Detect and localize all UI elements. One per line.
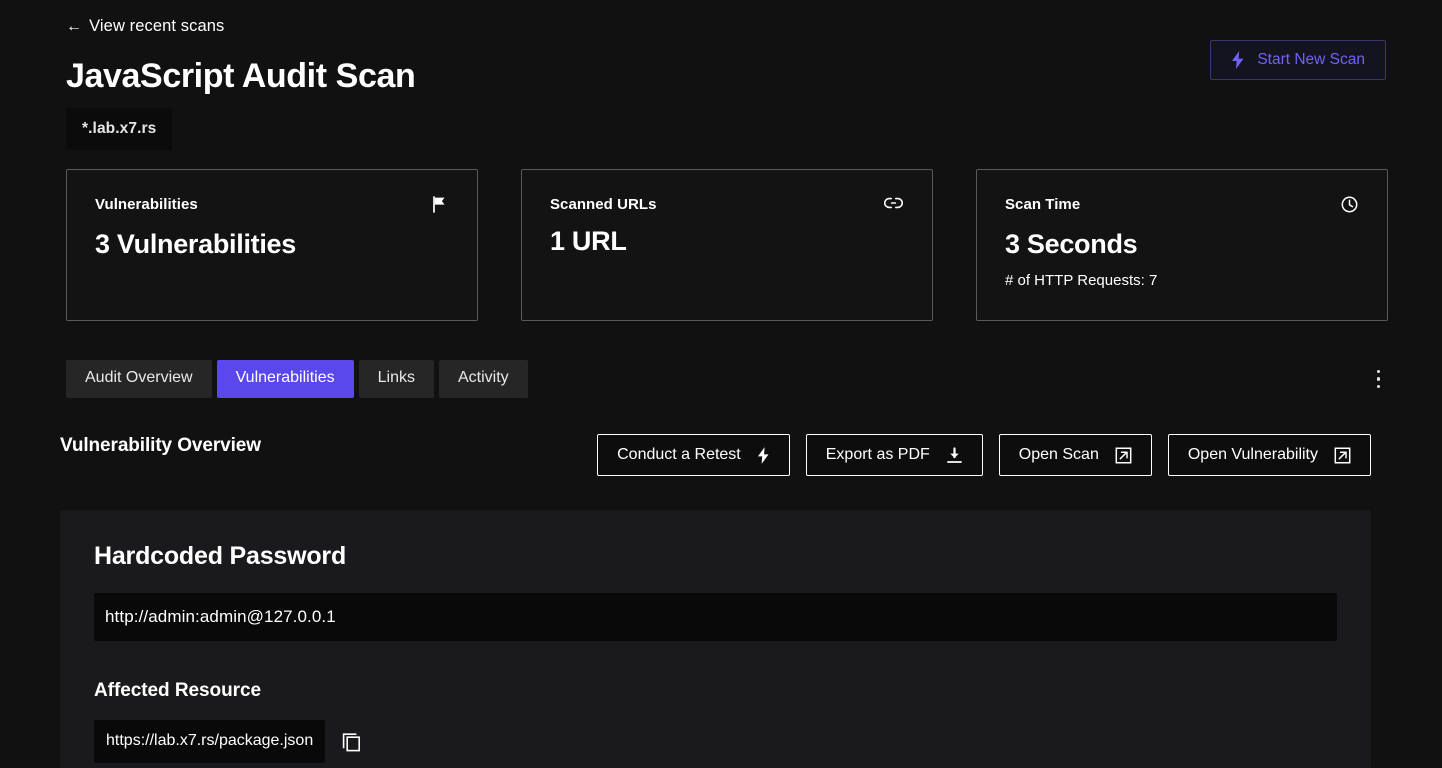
action-label: Export as PDF bbox=[825, 446, 930, 463]
action-label: Conduct a Retest bbox=[617, 446, 741, 463]
open-vulnerability-button[interactable]: Open Vulnerability bbox=[1167, 434, 1371, 476]
card-subtext: # of HTTP Requests: 7 bbox=[1005, 272, 1158, 289]
kebab-dot bbox=[1376, 384, 1380, 389]
vulnerability-actions: Conduct a Retest Export as PDF Open Scan bbox=[597, 434, 1371, 476]
kebab-dot bbox=[1376, 369, 1380, 374]
tab-audit-overview[interactable]: Audit Overview bbox=[66, 360, 212, 398]
export-as-pdf-button[interactable]: Export as PDF bbox=[805, 434, 983, 476]
clock-icon bbox=[1341, 196, 1358, 218]
start-new-scan-label: Start New Scan bbox=[1257, 51, 1365, 68]
card-label: Scanned URLs bbox=[550, 196, 657, 213]
tabs: Audit Overview Vulnerabilities Links Act… bbox=[66, 360, 528, 398]
tab-links[interactable]: Links bbox=[358, 360, 434, 398]
flag-icon bbox=[432, 196, 448, 218]
vulnerability-title: Hardcoded Password bbox=[94, 542, 347, 570]
card-value: 1 URL bbox=[550, 226, 627, 256]
action-label: Open Scan bbox=[1018, 446, 1099, 463]
affected-resource-heading: Affected Resource bbox=[94, 680, 262, 701]
open-scan-button[interactable]: Open Scan bbox=[998, 434, 1152, 476]
external-link-icon bbox=[1334, 447, 1351, 464]
conduct-retest-button[interactable]: Conduct a Retest bbox=[597, 434, 790, 476]
section-title: Vulnerability Overview bbox=[60, 435, 261, 456]
card-label: Scan Time bbox=[1005, 196, 1081, 213]
card-value: 3 Vulnerabilities bbox=[95, 229, 296, 259]
scan-summary-cards: Vulnerabilities 3 Vulnerabilities Scanne… bbox=[66, 169, 1388, 321]
card-scanned-urls: Scanned URLs 1 URL bbox=[521, 169, 933, 321]
tab-activity[interactable]: Activity bbox=[438, 360, 528, 398]
action-label: Open Vulnerability bbox=[1187, 446, 1318, 463]
tab-vulnerabilities[interactable]: Vulnerabilities bbox=[216, 360, 354, 398]
lightning-bolt-icon bbox=[1231, 51, 1245, 69]
start-new-scan-button[interactable]: Start New Scan bbox=[1210, 40, 1386, 80]
card-label: Vulnerabilities bbox=[95, 196, 198, 213]
back-link-label: View recent scans bbox=[89, 17, 225, 35]
external-link-icon bbox=[1115, 447, 1132, 464]
card-scan-time: Scan Time 3 Seconds # of HTTP Requests: … bbox=[976, 169, 1388, 321]
link-icon bbox=[883, 196, 904, 215]
scan-report-page: ← View recent scans JavaScript Audit Sca… bbox=[0, 0, 1442, 768]
card-vulnerabilities: Vulnerabilities 3 Vulnerabilities bbox=[66, 169, 478, 321]
more-options-icon[interactable] bbox=[1371, 366, 1387, 393]
kebab-dot bbox=[1376, 377, 1380, 381]
download-icon bbox=[946, 446, 963, 464]
card-value: 3 Seconds bbox=[1005, 229, 1138, 259]
affected-resource-row: https://lab.x7.rs/package.json bbox=[94, 720, 1337, 763]
copy-icon[interactable] bbox=[339, 729, 364, 754]
back-to-recent-scans-link[interactable]: ← View recent scans bbox=[66, 17, 224, 36]
page-title: JavaScript Audit Scan bbox=[66, 57, 416, 95]
vulnerability-evidence: http://admin:admin@127.0.0.1 bbox=[94, 593, 1337, 641]
scan-target-domain-badge: *.lab.x7.rs bbox=[66, 108, 173, 150]
arrow-left-icon: ← bbox=[66, 17, 83, 35]
vulnerability-detail-panel: Hardcoded Password http://admin:admin@12… bbox=[60, 510, 1371, 768]
lightning-bolt-icon bbox=[757, 446, 770, 464]
affected-resource-value: https://lab.x7.rs/package.json bbox=[94, 720, 326, 763]
tab-bar: Audit Overview Vulnerabilities Links Act… bbox=[66, 360, 1386, 398]
